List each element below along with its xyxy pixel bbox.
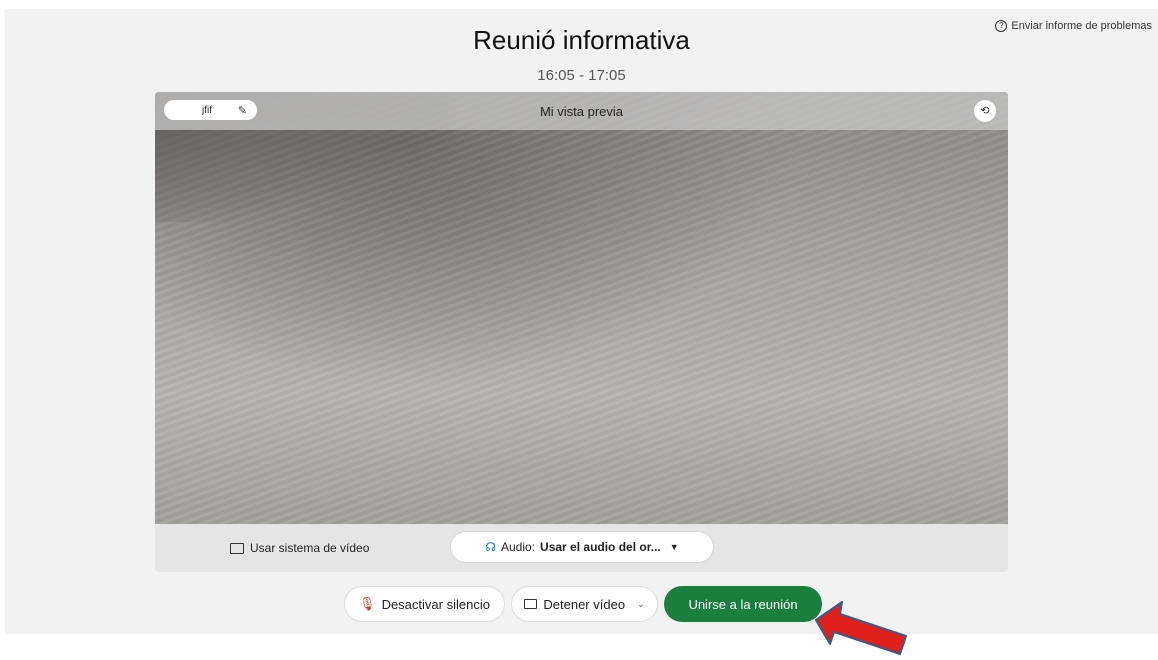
meeting-prejoin-window: ? Enviar informe de problemas Reunió inf… [5,9,1158,634]
join-controls: 🎙︎ Desactivar silencio Detener vídeo ⌄ U… [5,586,1158,624]
join-meeting-label: Unirse a la reunión [688,596,798,612]
headset-icon: ☊ [485,540,496,554]
preview-bottombar: Usar sistema de vídeo ☊ Audio: Usar el a… [155,524,1008,572]
arrow-annotation [815,601,907,655]
join-meeting-button[interactable]: Unirse a la reunión [664,586,822,622]
stop-video-label: Detener vídeo [543,596,626,612]
meeting-title: Reunió informativa [473,25,690,55]
mic-off-icon: 🎙︎ [359,596,376,611]
camera-feed [155,92,1008,524]
use-video-system-button[interactable]: Usar sistema de vídeo [230,541,369,555]
unmute-label: Desactivar silencio [381,596,490,612]
use-video-system-label: Usar sistema de vídeo [250,541,370,555]
cast-icon [230,542,244,554]
camera-icon [524,599,538,609]
unmute-button[interactable]: 🎙︎ Desactivar silencio [344,586,505,622]
rotate-icon[interactable]: ⟲ [974,100,996,122]
caret-down-icon: ▼ [669,542,679,552]
audio-select[interactable]: ☊ Audio: Usar el audio del or... ▼ [450,531,714,563]
chevron-down-icon[interactable]: ⌄ [637,599,645,610]
audio-value: Usar el audio del or... [540,540,661,554]
video-preview: jfif ✎ Mi vista previa ⟲ Usar sistema de… [155,92,1008,572]
preview-topbar: jfif ✎ Mi vista previa ⟲ [155,92,1008,130]
audio-prefix: Audio: [501,540,536,554]
meeting-time: 16:05 - 17:05 [537,67,626,84]
stop-video-button[interactable]: Detener vídeo ⌄ [511,586,658,622]
preview-label: Mi vista previa [539,104,624,119]
